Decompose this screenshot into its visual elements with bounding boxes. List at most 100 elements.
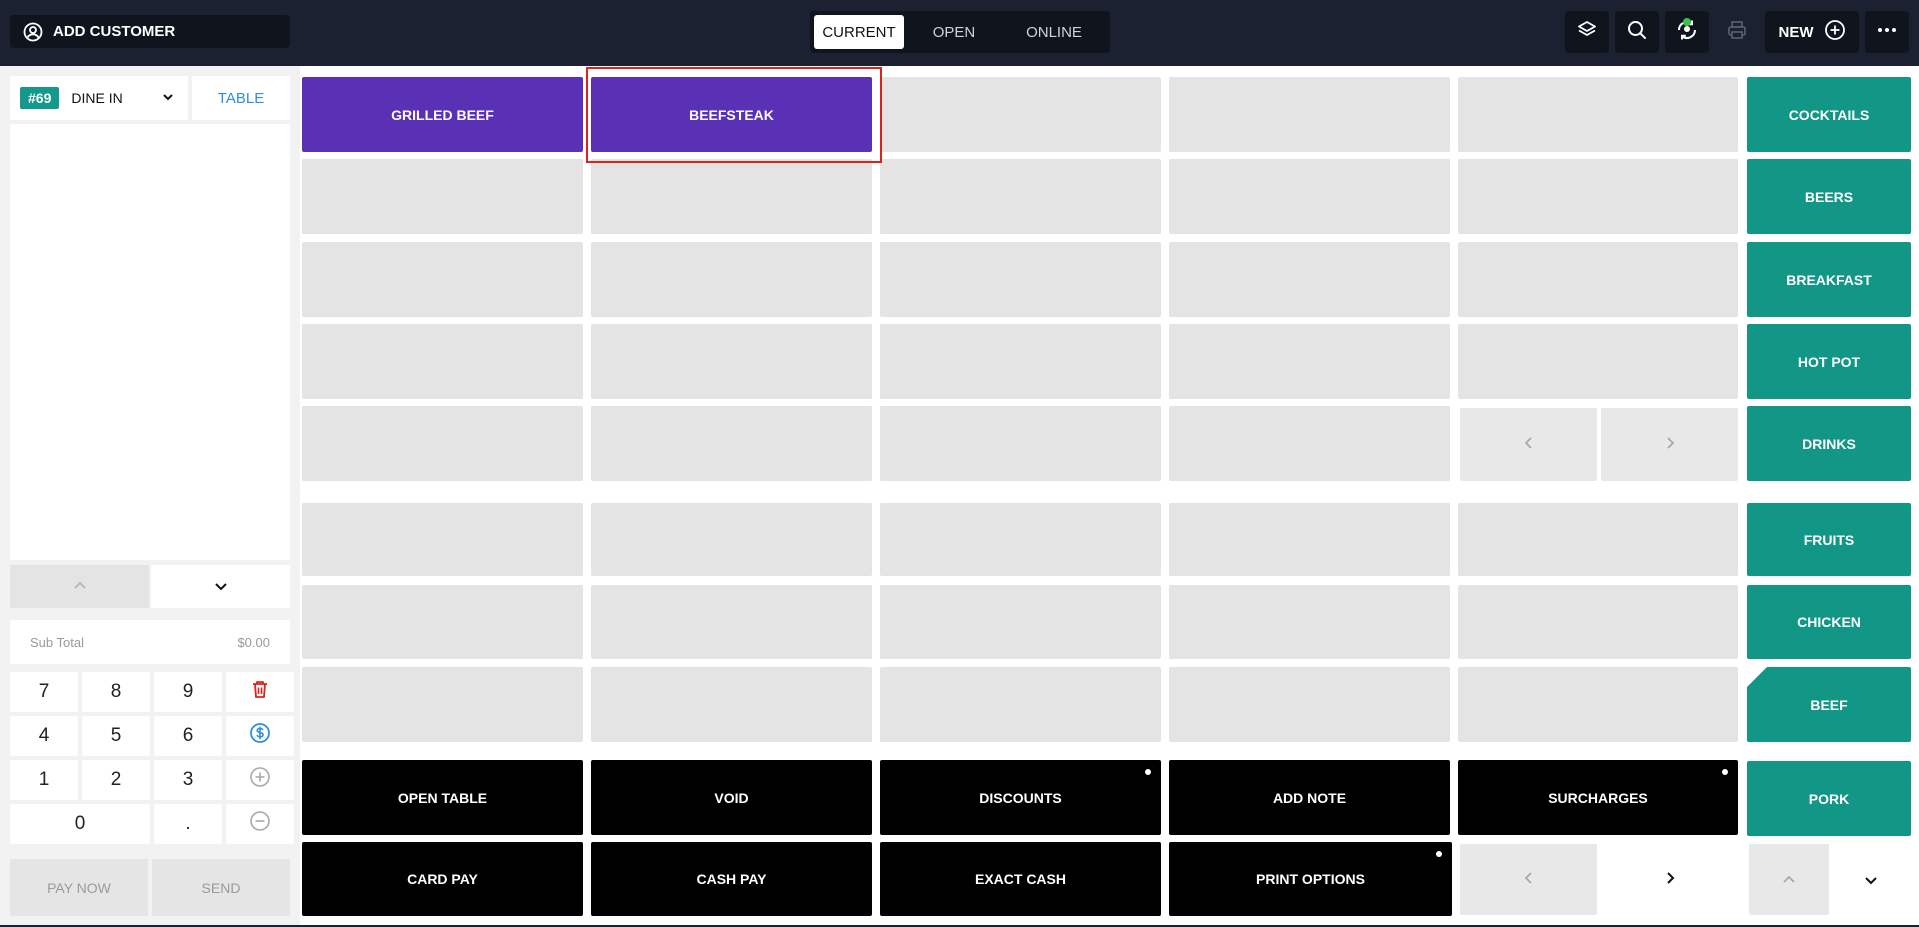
open-table-button[interactable]: OPEN TABLE: [302, 760, 583, 835]
add-note-button[interactable]: ADD NOTE: [1169, 760, 1450, 835]
delete-button[interactable]: [226, 672, 294, 712]
tab-open[interactable]: OPEN: [904, 15, 1004, 49]
plus-circle-icon: [249, 766, 271, 794]
category-breakfast[interactable]: BREAKFAST: [1747, 242, 1911, 317]
items-next-page-button[interactable]: [1601, 408, 1738, 481]
empty-slot: [880, 406, 1161, 481]
key-5[interactable]: 5: [82, 716, 150, 756]
key-decimal[interactable]: .: [154, 804, 222, 844]
categories-scroll-up-button[interactable]: [1749, 844, 1829, 915]
pay-now-button[interactable]: PAY NOW: [10, 859, 148, 916]
functions-prev-page-button[interactable]: [1460, 844, 1597, 915]
order-scroll-controls: [10, 565, 290, 608]
empty-slot: [302, 242, 583, 317]
add-customer-button[interactable]: ADD CUSTOMER: [10, 15, 290, 48]
layers-icon: [1576, 19, 1598, 46]
new-order-button[interactable]: NEW: [1765, 11, 1859, 53]
category-beers[interactable]: BEERS: [1747, 159, 1911, 234]
discounts-label: DISCOUNTS: [979, 789, 1062, 806]
chevron-down-icon: [162, 90, 174, 106]
chevron-left-icon: [1524, 436, 1534, 453]
empty-slot: [591, 324, 872, 399]
chevron-left-icon: [1524, 871, 1534, 888]
empty-slot: [302, 159, 583, 234]
empty-slot: [302, 324, 583, 399]
empty-slot: [880, 324, 1161, 399]
discounts-button[interactable]: DISCOUNTS: [880, 760, 1161, 835]
tab-online[interactable]: ONLINE: [1004, 15, 1104, 49]
subtotal-row: Sub Total $0.00: [10, 620, 290, 664]
scroll-up-button[interactable]: [10, 565, 149, 608]
key-9[interactable]: 9: [154, 672, 222, 712]
empty-slot: [302, 406, 583, 481]
search-button[interactable]: [1615, 11, 1659, 53]
layers-button[interactable]: [1565, 11, 1609, 53]
key-6[interactable]: 6: [154, 716, 222, 756]
category-beef[interactable]: BEEF: [1747, 667, 1911, 742]
order-panel: #69 DINE IN TABLE Sub Total $0.00 7 8 9 …: [0, 66, 300, 927]
table-button[interactable]: TABLE: [192, 76, 290, 120]
chevron-up-icon: [73, 578, 87, 596]
key-8[interactable]: 8: [82, 672, 150, 712]
key-0[interactable]: 0: [10, 804, 150, 844]
surcharges-label: SURCHARGES: [1548, 789, 1648, 806]
exact-cash-button[interactable]: EXACT CASH: [880, 842, 1161, 916]
sync-button[interactable]: [1665, 11, 1709, 53]
key-4[interactable]: 4: [10, 716, 78, 756]
empty-slot: [1458, 667, 1738, 742]
increase-button[interactable]: [226, 760, 294, 800]
cash-pay-button[interactable]: CASH PAY: [591, 842, 872, 916]
empty-slot: [1169, 503, 1450, 576]
empty-slot: [1169, 77, 1450, 152]
print-button[interactable]: [1715, 11, 1759, 53]
category-chicken[interactable]: CHICKEN: [1747, 585, 1911, 659]
empty-slot: [880, 667, 1161, 742]
empty-slot: [880, 503, 1161, 576]
category-drinks[interactable]: DRINKS: [1747, 406, 1911, 481]
category-pork[interactable]: PORK: [1747, 761, 1911, 836]
category-fruits[interactable]: FRUITS: [1747, 503, 1911, 576]
key-7[interactable]: 7: [10, 672, 78, 712]
category-hot-pot[interactable]: HOT POT: [1747, 324, 1911, 399]
chevron-right-icon: [1665, 871, 1675, 888]
card-pay-button[interactable]: CARD PAY: [302, 842, 583, 916]
category-cocktails[interactable]: COCKTAILS: [1747, 77, 1911, 152]
minus-circle-icon: [249, 810, 271, 838]
subtotal-value: $0.00: [237, 634, 270, 650]
menu-item[interactable]: GRILLED BEEF: [302, 77, 583, 152]
categories-scroll-down-button[interactable]: [1831, 844, 1911, 915]
items-prev-page-button[interactable]: [1460, 408, 1597, 481]
scroll-down-button[interactable]: [151, 565, 290, 608]
chevron-down-icon: [1864, 872, 1878, 888]
order-type-select[interactable]: #69 DINE IN: [10, 76, 188, 120]
empty-slot: [591, 159, 872, 234]
void-button[interactable]: VOID: [591, 760, 872, 835]
order-number-badge: #69: [20, 87, 60, 109]
empty-slot: [1169, 406, 1450, 481]
empty-slot: [591, 585, 872, 659]
send-button[interactable]: SEND: [152, 859, 290, 916]
empty-slot: [1169, 585, 1450, 659]
tab-current[interactable]: CURRENT: [814, 15, 904, 49]
empty-slot: [302, 667, 583, 742]
search-icon: [1626, 19, 1648, 46]
functions-next-page-button[interactable]: [1601, 844, 1738, 915]
order-item-list[interactable]: [10, 124, 290, 560]
options-indicator-dot: [1436, 851, 1442, 857]
print-options-button[interactable]: PRINT OPTIONS: [1169, 842, 1452, 916]
surcharges-button[interactable]: SURCHARGES: [1458, 760, 1738, 835]
empty-slot: [1458, 503, 1738, 576]
more-button[interactable]: [1865, 11, 1909, 53]
empty-slot: [591, 242, 872, 317]
subtotal-label: Sub Total: [30, 634, 84, 650]
decrease-button[interactable]: [226, 804, 294, 844]
top-bar: ADD CUSTOMER CURRENT OPEN ONLINE NEW: [0, 0, 1919, 66]
order-header: #69 DINE IN TABLE: [10, 76, 290, 120]
key-2[interactable]: 2: [82, 760, 150, 800]
options-indicator-dot: [1145, 769, 1151, 775]
dollar-circle-icon: [249, 722, 271, 750]
key-3[interactable]: 3: [154, 760, 222, 800]
price-button[interactable]: [226, 716, 294, 756]
menu-item-selected[interactable]: BEEFSTEAK: [591, 77, 872, 152]
key-1[interactable]: 1: [10, 760, 78, 800]
